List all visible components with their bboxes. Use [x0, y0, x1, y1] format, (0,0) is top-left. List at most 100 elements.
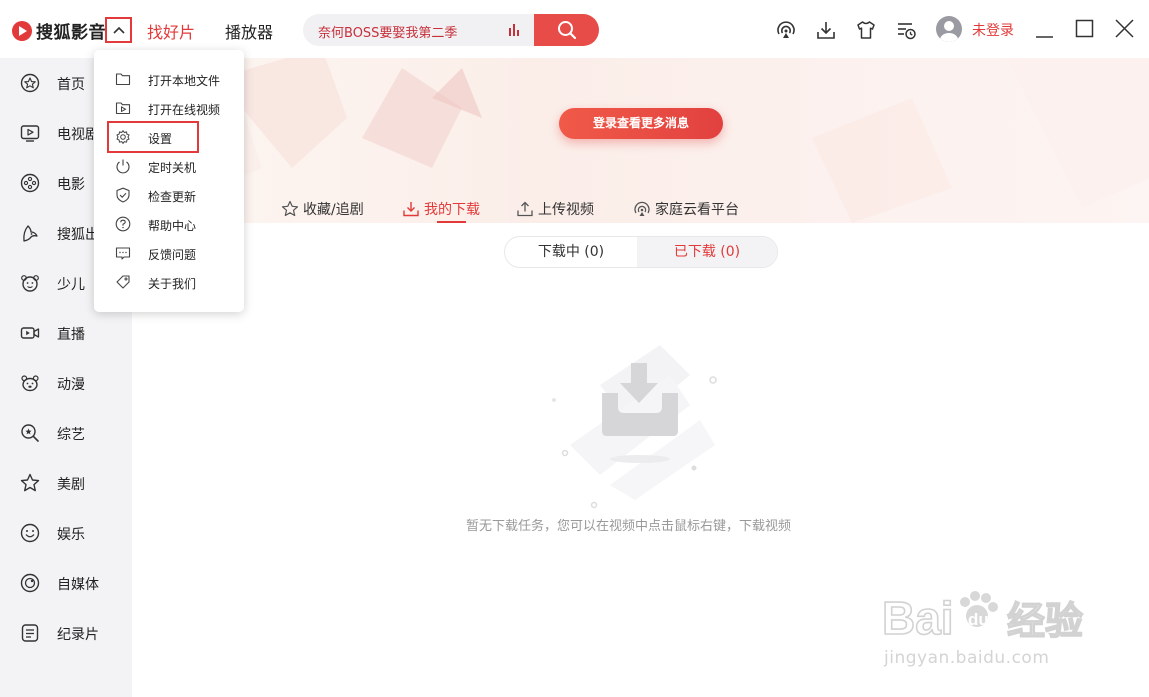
- tab-my-downloads[interactable]: 我的下载: [402, 196, 480, 222]
- menu-item-label: 反馈问题: [148, 248, 197, 262]
- sidebar-item-label: 美剧: [57, 477, 85, 493]
- menu-item-check-update[interactable]: 检查更新: [94, 181, 244, 209]
- app-logo[interactable]: 搜狐影音: [12, 18, 106, 43]
- nav-player[interactable]: 播放器: [225, 19, 273, 43]
- menu-item-open-online-video[interactable]: 打开在线视频: [94, 94, 244, 122]
- menu-item-label: 打开在线视频: [148, 103, 221, 117]
- empty-download-message: 暂无下载任务，您可以在视频中点击鼠标右键，下载视频: [466, 519, 792, 534]
- document-icon: [21, 624, 39, 642]
- upload-icon: [517, 201, 533, 217]
- folder-icon: [115, 73, 131, 86]
- smile-icon: [20, 523, 40, 543]
- avatar[interactable]: [936, 16, 962, 42]
- play-folder-icon: [115, 102, 131, 115]
- menu-item-open-local-file[interactable]: 打开本地文件: [94, 65, 244, 93]
- sidebar-item-label: 电影: [57, 177, 85, 193]
- tab-label: 收藏/追剧: [303, 202, 364, 218]
- menu-item-label: 关于我们: [148, 277, 197, 291]
- gear-icon: [116, 130, 130, 144]
- empty-download-illustration: [552, 345, 717, 509]
- star-icon: [20, 473, 40, 492]
- svg-text:du: du: [968, 610, 989, 629]
- feedback-icon: [115, 247, 131, 260]
- downloading-tab[interactable]: 下载中 (0): [505, 237, 637, 267]
- search-button[interactable]: [534, 14, 599, 46]
- active-tab-indicator: [437, 221, 466, 223]
- sidebar-item-live[interactable]: 直播: [0, 313, 132, 353]
- tab-favorites[interactable]: 收藏/追剧: [281, 196, 364, 222]
- menu-item-label: 定时关机: [148, 161, 197, 175]
- sidebar-item-label: 搜狐出品: [57, 227, 98, 243]
- tab-label: 我的下载: [424, 202, 480, 218]
- menu-item-label: 帮助中心: [148, 219, 197, 233]
- menu-item-help-center[interactable]: 帮助中心: [94, 210, 244, 238]
- skin-icon[interactable]: [855, 19, 877, 41]
- download-tab-icon: [403, 202, 419, 217]
- live-camera-icon: [20, 327, 40, 339]
- watermark-url: jingyan.baidu.com: [884, 648, 1050, 668]
- shield-check-icon: [116, 187, 130, 203]
- downloaded-tab[interactable]: 已下载 (0): [637, 237, 777, 267]
- bear-icon: [21, 375, 39, 392]
- sidebar-item-label: 首页: [57, 77, 85, 93]
- svg-text:经验: 经验: [1007, 599, 1083, 643]
- history-icon[interactable]: [895, 19, 917, 41]
- sidebar-item-variety[interactable]: 综艺: [0, 413, 132, 453]
- sidebar-item-label: 娱乐: [57, 527, 85, 543]
- sidebar-item-label: 少儿: [57, 277, 85, 293]
- cast-tab-icon: [634, 201, 650, 216]
- app-window: 搜狐影音 找好片 播放器 奈何BOSS要娶我第二季 未登录 首页 电视剧 电影 …: [0, 0, 1149, 697]
- maximize-icon[interactable]: [1074, 18, 1096, 40]
- magnifier-star-icon: [21, 424, 39, 442]
- menu-item-feedback[interactable]: 反馈问题: [94, 239, 244, 267]
- sidebar-item-entertainment[interactable]: 娱乐: [0, 513, 132, 553]
- download-icon[interactable]: [815, 19, 837, 41]
- tab-home-cloud[interactable]: 家庭云看平台: [633, 196, 739, 222]
- menu-item-label: 打开本地文件: [148, 74, 221, 88]
- search-icon: [557, 21, 576, 40]
- fox-icon: [23, 225, 38, 242]
- logo-play-icon: [12, 20, 32, 41]
- tag-icon: [116, 275, 130, 289]
- menu-item-timed-shutdown[interactable]: 定时关机: [94, 152, 244, 180]
- svg-text:Bai: Bai: [882, 592, 954, 644]
- main-menu-dropdown: 打开本地文件 打开在线视频 设置 定时关机 检查更新 帮助中心 反馈问题 关于我…: [94, 50, 244, 312]
- menu-item-label: 检查更新: [148, 190, 197, 204]
- app-name: 搜狐影音: [36, 23, 106, 43]
- search-box[interactable]: 奈何BOSS要娶我第二季: [303, 14, 599, 46]
- tab-label: 家庭云看平台: [655, 202, 739, 218]
- baidu-jingyan-watermark: Bai du 经验: [881, 591, 1084, 644]
- chevron-up-icon: [112, 24, 125, 37]
- nav-find-movies[interactable]: 找好片: [147, 19, 195, 43]
- hot-rank-icon[interactable]: [509, 24, 523, 36]
- menu-item-about-us[interactable]: 关于我们: [94, 268, 244, 296]
- kid-icon: [21, 275, 39, 292]
- home-icon: [20, 73, 40, 93]
- login-link[interactable]: 未登录: [972, 20, 1014, 40]
- film-reel-icon: [20, 173, 40, 193]
- sidebar-item-label: 纪录片: [57, 627, 99, 643]
- main-menu-toggle-button[interactable]: [105, 17, 132, 43]
- tab-upload-video[interactable]: 上传视频: [516, 196, 594, 222]
- record-icon: [20, 573, 40, 593]
- menu-item-settings[interactable]: 设置: [94, 123, 244, 151]
- tv-icon: [20, 125, 40, 142]
- sidebar-item-anime[interactable]: 动漫: [0, 363, 132, 403]
- login-more-messages-button[interactable]: 登录查看更多消息: [559, 108, 723, 139]
- sidebar-item-we-media[interactable]: 自媒体: [0, 563, 132, 603]
- sidebar-item-label: 动漫: [57, 377, 85, 393]
- sidebar-item-documentary[interactable]: 纪录片: [0, 613, 132, 653]
- minimize-icon[interactable]: [1034, 18, 1056, 40]
- menu-item-label: 设置: [148, 132, 173, 146]
- close-icon[interactable]: [1114, 18, 1136, 40]
- cast-icon[interactable]: [775, 19, 797, 41]
- search-input[interactable]: 奈何BOSS要娶我第二季: [318, 22, 457, 41]
- download-status-toggle: 下载中 (0) 已下载 (0): [504, 236, 778, 268]
- tab-label: 上传视频: [538, 202, 594, 218]
- star-outline-icon: [281, 200, 299, 217]
- help-icon: [115, 216, 131, 232]
- sidebar-item-label: 综艺: [57, 427, 85, 443]
- sidebar-item-label: 直播: [57, 327, 85, 343]
- sidebar-item-us-series[interactable]: 美剧: [0, 463, 132, 503]
- sidebar-item-label: 自媒体: [57, 577, 99, 593]
